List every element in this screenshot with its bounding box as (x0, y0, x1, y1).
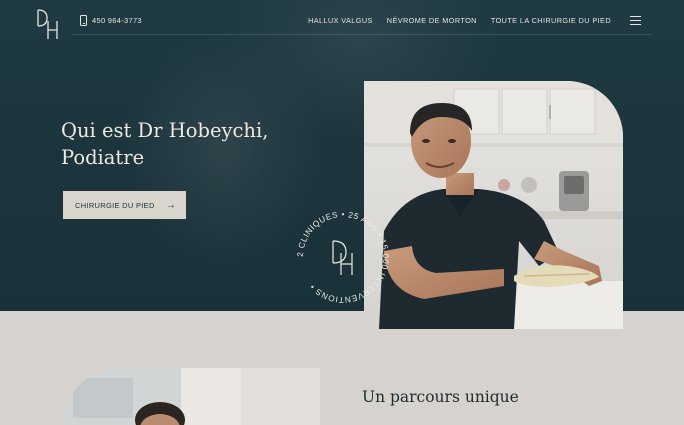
phone-link[interactable]: 450 964-3773 (80, 15, 142, 26)
button-label: CHIRURGIE DU PIED (75, 200, 155, 210)
clinic-photo (63, 368, 320, 425)
doctor-photo (364, 81, 623, 329)
main-nav: HALLUX VALGUS NÉVROME DE MORTON TOUTE LA… (308, 16, 611, 25)
experience-badge: 2 CLINIQUES • 25 ANS • 15,000 INTERVENTI… (295, 209, 391, 305)
header-divider (72, 34, 652, 35)
hero-title-line2: Podiatre (61, 146, 145, 169)
arrow-right-icon: → (165, 199, 176, 211)
nav-nevrome-de-morton[interactable]: NÉVROME DE MORTON (387, 16, 477, 25)
hero-title-line1: Qui est Dr Hobeychi, (61, 119, 269, 142)
hamburger-menu-icon[interactable] (630, 16, 641, 25)
nav-hallux-valgus[interactable]: HALLUX VALGUS (308, 16, 373, 25)
badge-circular-text: 2 CLINIQUES • 25 ANS • 15,000 INTERVENTI… (295, 209, 390, 305)
svg-text:2 CLINIQUES • 25 ANS • 15,000: 2 CLINIQUES • 25 ANS • 15,000 INTERVENTI… (295, 209, 391, 305)
phone-icon (80, 15, 87, 26)
phone-number: 450 964-3773 (92, 16, 142, 25)
nav-chirurgie-du-pied[interactable]: TOUTE LA CHIRURGIE DU PIED (491, 16, 611, 25)
section-title: Un parcours unique (362, 388, 519, 406)
chirurgie-du-pied-button[interactable]: CHIRURGIE DU PIED → (63, 191, 186, 219)
dh-logo[interactable] (36, 8, 60, 40)
hero-title: Qui est Dr Hobeychi, Podiatre (61, 117, 341, 171)
